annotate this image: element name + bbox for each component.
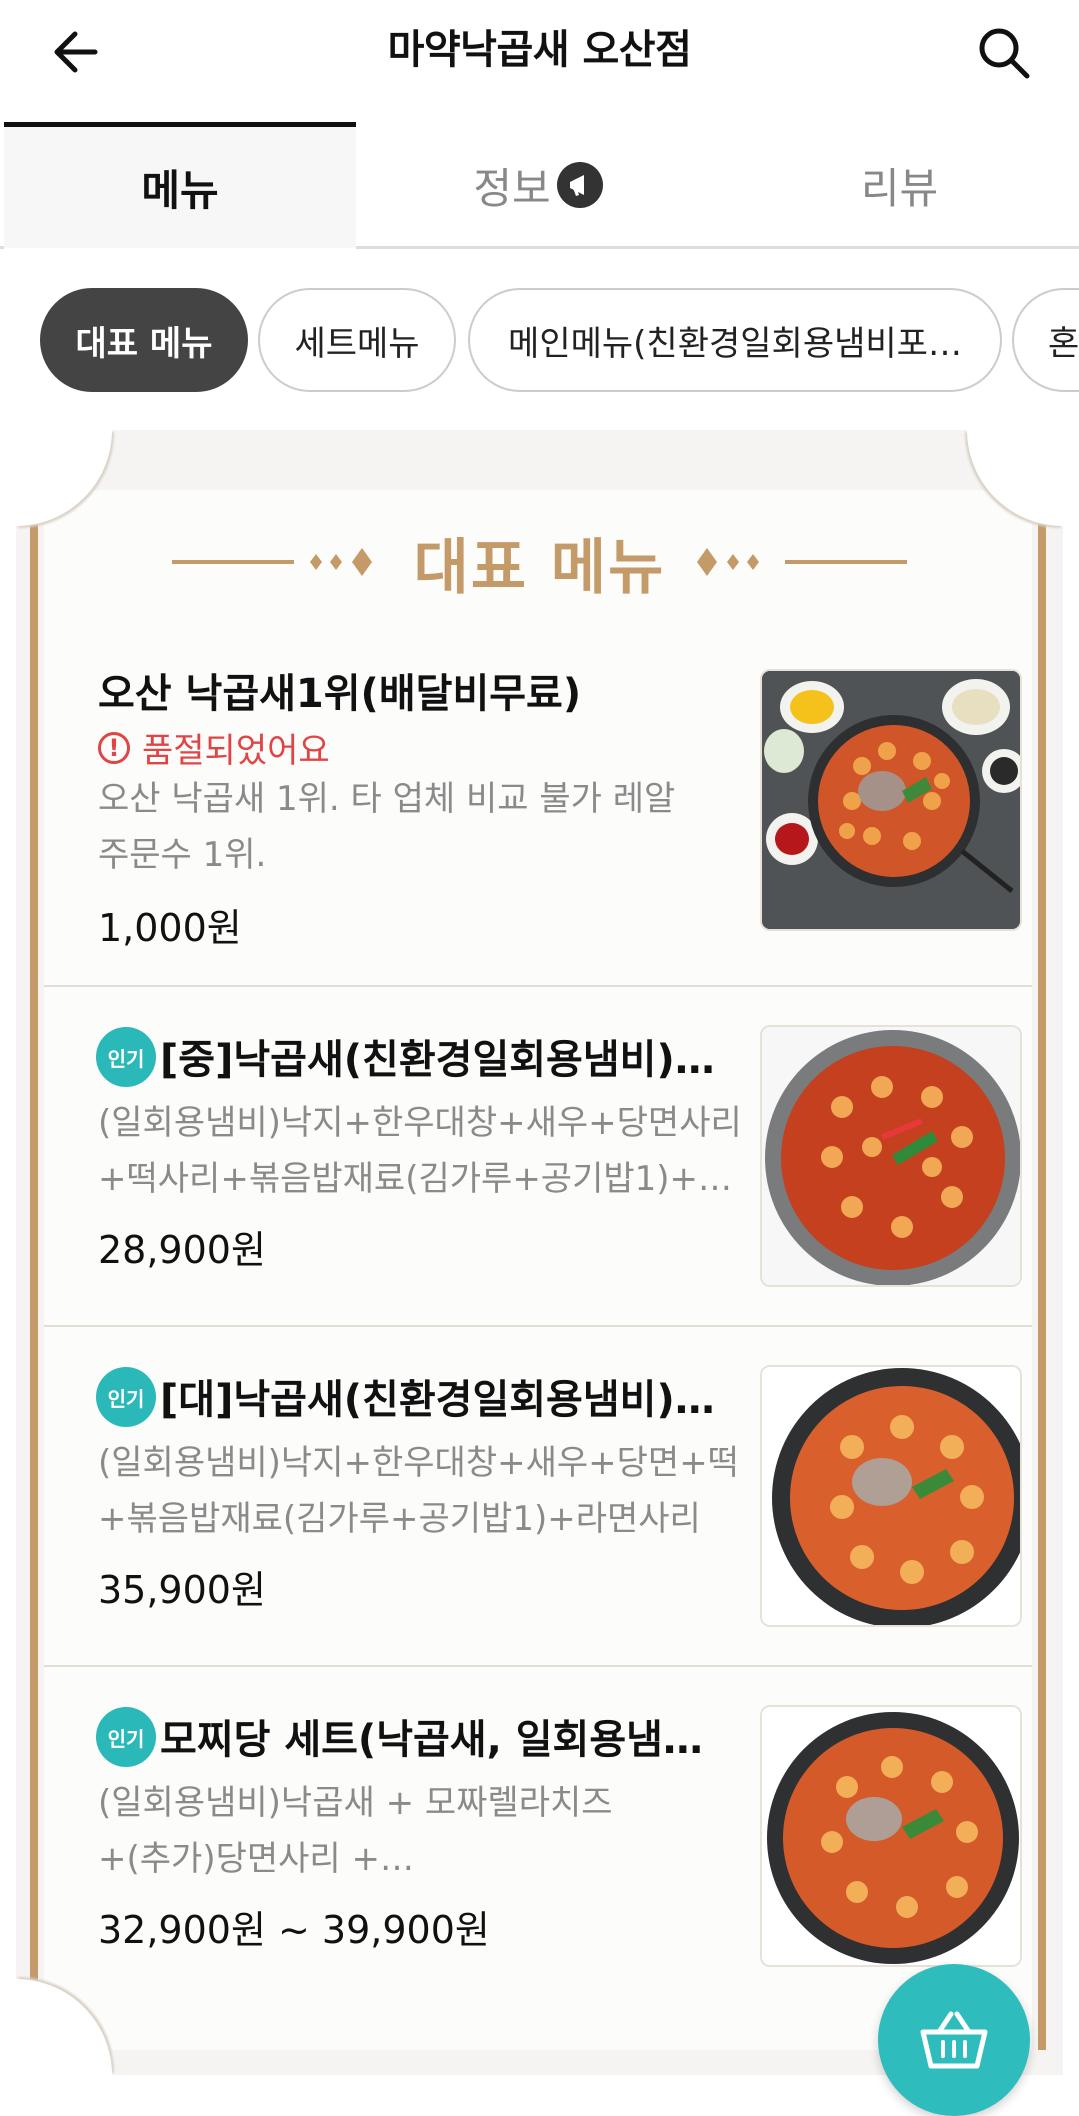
tabs-divider <box>356 246 1079 249</box>
item-name: [대]낙곱새(친환경일회용냄비)… <box>160 1377 715 1423</box>
alert-icon: ! <box>98 731 130 764</box>
chip-next[interactable]: 혼 <box>1012 288 1079 392</box>
item-description-line1: (일회용냄비)낙지+한우대창+새우+당면사리 <box>98 1103 742 1143</box>
chip-label: 메인메뉴(친환경일회용냄비포… <box>508 323 962 364</box>
tab-menu-label: 메뉴 <box>141 166 219 215</box>
item-name: 오산 낙곱새1위(배달비무료) <box>98 671 582 717</box>
search-icon <box>979 28 1030 79</box>
popular-badge: 인기 <box>96 1367 156 1427</box>
item-name: 모찌당 세트(낙곱새, 일회용냄… <box>160 1717 703 1763</box>
store-tabs: 메뉴 정보 리뷰 <box>0 122 1079 250</box>
item-image <box>760 1025 1022 1287</box>
top-app-bar: 마약낙곱새 오산점 <box>0 0 1079 110</box>
menu-item[interactable]: 인기 [대]낙곱새(친환경일회용냄비)… (일회용냄비)낙지+한우대창+새우+당… <box>44 1325 1032 1665</box>
basket-icon <box>920 2011 988 2069</box>
soldout-status: ! 품절되었어요 <box>98 723 330 772</box>
item-image <box>760 669 1022 931</box>
tabs-divider-left <box>0 246 4 249</box>
item-description-line2: +(추가)당면사리 +… <box>98 1839 414 1879</box>
cart-button[interactable] <box>878 1964 1030 2116</box>
item-price: 28,900원 <box>98 1228 266 1272</box>
menu-item[interactable]: 인기 모찌당 세트(낙곱새, 일회용냄… (일회용냄비)낙곱새 + 모짜렐라치즈… <box>44 1665 1032 2005</box>
item-image <box>760 1365 1022 1627</box>
item-description-line1: (일회용냄비)낙지+한우대창+새우+당면+떡 <box>98 1443 739 1483</box>
item-image <box>760 1705 1022 1967</box>
tab-info-label: 정보 <box>473 163 551 213</box>
popular-badge: 인기 <box>96 1027 156 1087</box>
item-description-line2: +볶음밥재료(김가루+공기밥1)+라면사리 <box>98 1499 701 1539</box>
soldout-label: 품절되었어요 <box>142 731 330 771</box>
megaphone-icon <box>556 162 603 208</box>
tab-info[interactable]: 정보 <box>356 122 720 248</box>
ornament-left-icon <box>171 548 372 576</box>
item-price: 35,900원 <box>98 1568 266 1612</box>
menu-item[interactable]: 오산 낙곱새1위(배달비무료) ! 품절되었어요 오산 낙곱새 1위. 타 업체… <box>44 655 1032 985</box>
signature-menu-card: 대표 메뉴 오산 낙곱새1위(배달비무료) ! 품절되었어요 오산 낙곱새 1위… <box>16 430 1063 2075</box>
chip-set-menu[interactable]: 세트메뉴 <box>258 288 456 392</box>
item-name: [중]낙곱새(친환경일회용냄비)… <box>160 1037 715 1083</box>
tab-review[interactable]: 리뷰 <box>720 122 1079 248</box>
chip-main-menu[interactable]: 메인메뉴(친환경일회용냄비포… <box>468 288 1002 392</box>
item-description-line1: 오산 낙곱새 1위. 타 업체 비교 불가 레알 <box>98 779 676 819</box>
menu-item[interactable]: 인기 [중]낙곱새(친환경일회용냄비)… (일회용냄비)낙지+한우대창+새우+당… <box>44 985 1032 1325</box>
chip-label: 대표 메뉴 <box>75 323 213 364</box>
category-chips: 대표 메뉴 세트메뉴 메인메뉴(친환경일회용냄비포… 혼 <box>0 288 1079 396</box>
popular-badge: 인기 <box>96 1707 156 1767</box>
tab-review-label: 리뷰 <box>860 163 939 213</box>
ornament-right-icon <box>697 548 908 576</box>
store-title: 마약낙곱새 오산점 <box>387 27 692 73</box>
item-description-line1: (일회용냄비)낙곱새 + 모짜렐라치즈 <box>98 1783 613 1823</box>
item-description-line2: +떡사리+볶음밥재료(김가루+공기밥1)+… <box>98 1159 733 1199</box>
section-title: 대표 메뉴 <box>413 532 666 603</box>
chip-label: 세트메뉴 <box>294 323 420 364</box>
search-button[interactable] <box>969 20 1039 86</box>
chip-label: 혼 <box>1048 323 1079 364</box>
tab-menu[interactable]: 메뉴 <box>4 122 356 248</box>
section-header: 대표 메뉴 <box>16 522 1063 603</box>
chip-signature-menu[interactable]: 대표 메뉴 <box>40 288 248 392</box>
item-price: 32,900원 ~ 39,900원 <box>98 1908 490 1952</box>
item-description-line2: 주문수 1위. <box>98 835 267 875</box>
item-price: 1,000원 <box>98 906 242 950</box>
